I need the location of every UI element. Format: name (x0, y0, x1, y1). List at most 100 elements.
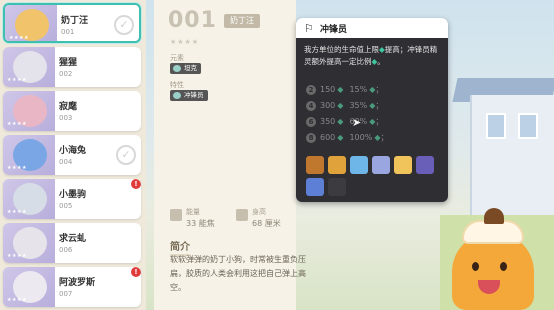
gem-icon: ◆ (337, 85, 344, 94)
mouse-cursor-icon: ➤ (352, 116, 362, 129)
mascot-eye (500, 262, 507, 271)
bonus-tier-row: 6 350 ◆ 60% ◆； (306, 116, 383, 127)
trait-label: 特性 (170, 81, 184, 89)
trait-pill[interactable]: 冲锋员 (170, 90, 208, 101)
stat-label: 能量 (186, 208, 200, 216)
spirit-card[interactable]: ★★★★ 小海兔 004 ✓ (3, 135, 141, 175)
house-window (486, 113, 506, 139)
spirit-number: 003 (59, 114, 73, 122)
tier-percent-value: 100% (349, 133, 373, 142)
spirit-mini-icon[interactable] (372, 156, 390, 174)
trait-value: 冲锋员 (184, 91, 204, 99)
house (470, 95, 554, 215)
spirit-card[interactable]: ★★★★ 猩猩 002 (3, 47, 141, 87)
spirit-number: 005 (59, 202, 73, 210)
spirit-name: 阿波罗斯 (59, 278, 96, 288)
gem-icon: ◆ (337, 133, 344, 142)
tier-percent-value: 35% (349, 101, 368, 110)
element-pill[interactable]: 坦克 (170, 63, 201, 74)
spirit-list[interactable]: ★★★★ 奶丁汪 001 ✓ ★★★★ 猩猩 002 ★★★★ 寂麾 003 ★★★★ 小海兔 004 ✓… (0, 0, 146, 310)
gem-icon: ◆ (337, 101, 344, 110)
tier-separator: ； (375, 85, 384, 94)
spirit-name: 猩猩 (59, 58, 78, 68)
spirit-thumbnail: ★★★★ (3, 267, 55, 307)
spirit-stars: ★★★★ (9, 35, 29, 41)
spirit-mini-icon[interactable] (350, 156, 368, 174)
spirit-number: 001 (168, 8, 217, 33)
spirit-stars: ★★★★ (7, 77, 27, 83)
element-value: 坦克 (184, 64, 197, 72)
spirit-card[interactable]: ★★★★ 寂麾 003 (3, 91, 141, 131)
spirit-thumbnail: ★★★★ (5, 5, 57, 41)
spirit-card[interactable]: ★★★★ 求云虬 006 (3, 223, 141, 263)
spirit-mini-icon[interactable] (416, 156, 434, 174)
mascot-eye (472, 262, 479, 271)
gem-icon: ◆ (337, 117, 344, 126)
alert-badge-icon: ! (131, 179, 141, 189)
spirit-name: 奶丁汪 (61, 16, 89, 26)
spirit-detail-panel: 001 奶丁汪 ★★★★ 元素 坦克 特性 冲锋员 能量 33 能焦 身高 68… (154, 0, 306, 310)
spirit-mini-icon[interactable] (328, 156, 346, 174)
spirit-name: 小海兔 (59, 146, 87, 156)
stat-value: 68 厘米 (252, 219, 281, 228)
spirit-card[interactable]: ★★★★ 阿波罗斯 007! (3, 267, 141, 307)
tier-percent-value: 15% (349, 85, 368, 94)
tier-count: 8 (306, 133, 316, 143)
tier-hp-value: 350 (320, 117, 336, 126)
tier-count: 2 (306, 85, 316, 95)
mascot-caramel-top (484, 208, 504, 224)
tooltip-description: 我方单位的生命值上限◆提高；冲锋员精灵额外提高一定比例◆。 (304, 45, 438, 66)
tooltip-header: ⚐ 冲锋员 (296, 18, 448, 38)
spirit-name-tag: 奶丁汪 (224, 14, 260, 28)
charge-icon: ⚐ (304, 22, 314, 35)
spirit-stars: ★★★★ (7, 209, 27, 215)
bonus-tier-row: 4 300 ◆ 35% ◆； (306, 100, 383, 111)
spirit-mini-icon[interactable] (306, 178, 324, 196)
spirit-mini-icon[interactable] (394, 156, 412, 174)
tier-separator: ； (380, 133, 389, 142)
spirit-number: 006 (59, 246, 73, 254)
intro-text: 软软弹弹的奶丁小狗，时常被生重负压扁，胶质的人类会利用这把自己弹上高空。 (170, 255, 306, 292)
spirit-rating: ★★★★ (170, 38, 200, 46)
tier-hp-value: 600 (320, 133, 336, 142)
spirit-thumbnail: ★★★★ (3, 179, 55, 219)
spirit-name: 求云虬 (59, 234, 87, 244)
height-icon (236, 209, 248, 221)
owned-check-icon: ✓ (116, 145, 136, 165)
trait-tooltip: ⚐ 冲锋员 我方单位的生命值上限◆提高；冲锋员精灵额外提高一定比例◆。 2 150… (296, 18, 448, 202)
bonus-tier-row: 2 150 ◆ 15% ◆； (306, 84, 383, 95)
element-icon (173, 65, 181, 72)
spirit-stars: ★★★★ (7, 165, 27, 171)
spirit-card[interactable]: ★★★★ 小墨驹 005! (3, 179, 141, 219)
stat-value: 33 能焦 (186, 219, 215, 228)
alert-badge-icon: ! (131, 267, 141, 277)
tier-count: 6 (306, 117, 316, 127)
owned-check-icon: ✓ (114, 15, 134, 35)
spirit-number: 001 (61, 28, 75, 36)
tier-hp-value: 300 (320, 101, 336, 110)
tier-separator: ； (375, 117, 384, 126)
tier-count: 4 (306, 101, 316, 111)
spirit-mini-icon[interactable] (328, 178, 346, 196)
spirit-thumbnail: ★★★★ (3, 135, 55, 175)
spirit-number: 007 (59, 290, 73, 298)
spirit-thumbnail: ★★★★ (3, 223, 55, 263)
spirit-number: 002 (59, 70, 73, 78)
spirit-thumbnail: ★★★★ (3, 47, 55, 87)
spirit-stars: ★★★★ (7, 253, 27, 259)
spirit-card[interactable]: ★★★★ 奶丁汪 001 ✓ (3, 3, 141, 43)
stat-label: 身高 (252, 208, 266, 216)
energy-icon (170, 209, 182, 221)
tier-hp-value: 150 (320, 85, 336, 94)
spirit-name: 寂麾 (59, 102, 78, 112)
element-label: 元素 (170, 54, 184, 62)
tier-separator: ； (375, 101, 384, 110)
house-window (518, 113, 538, 139)
spirit-name: 小墨驹 (59, 190, 87, 200)
spirit-mini-icon[interactable] (306, 156, 324, 174)
spirit-stars: ★★★★ (7, 297, 27, 303)
spirit-thumbnail: ★★★★ (3, 91, 55, 131)
spirit-number: 004 (59, 158, 73, 166)
trait-icon (173, 92, 181, 99)
spirit-stars: ★★★★ (7, 121, 27, 127)
